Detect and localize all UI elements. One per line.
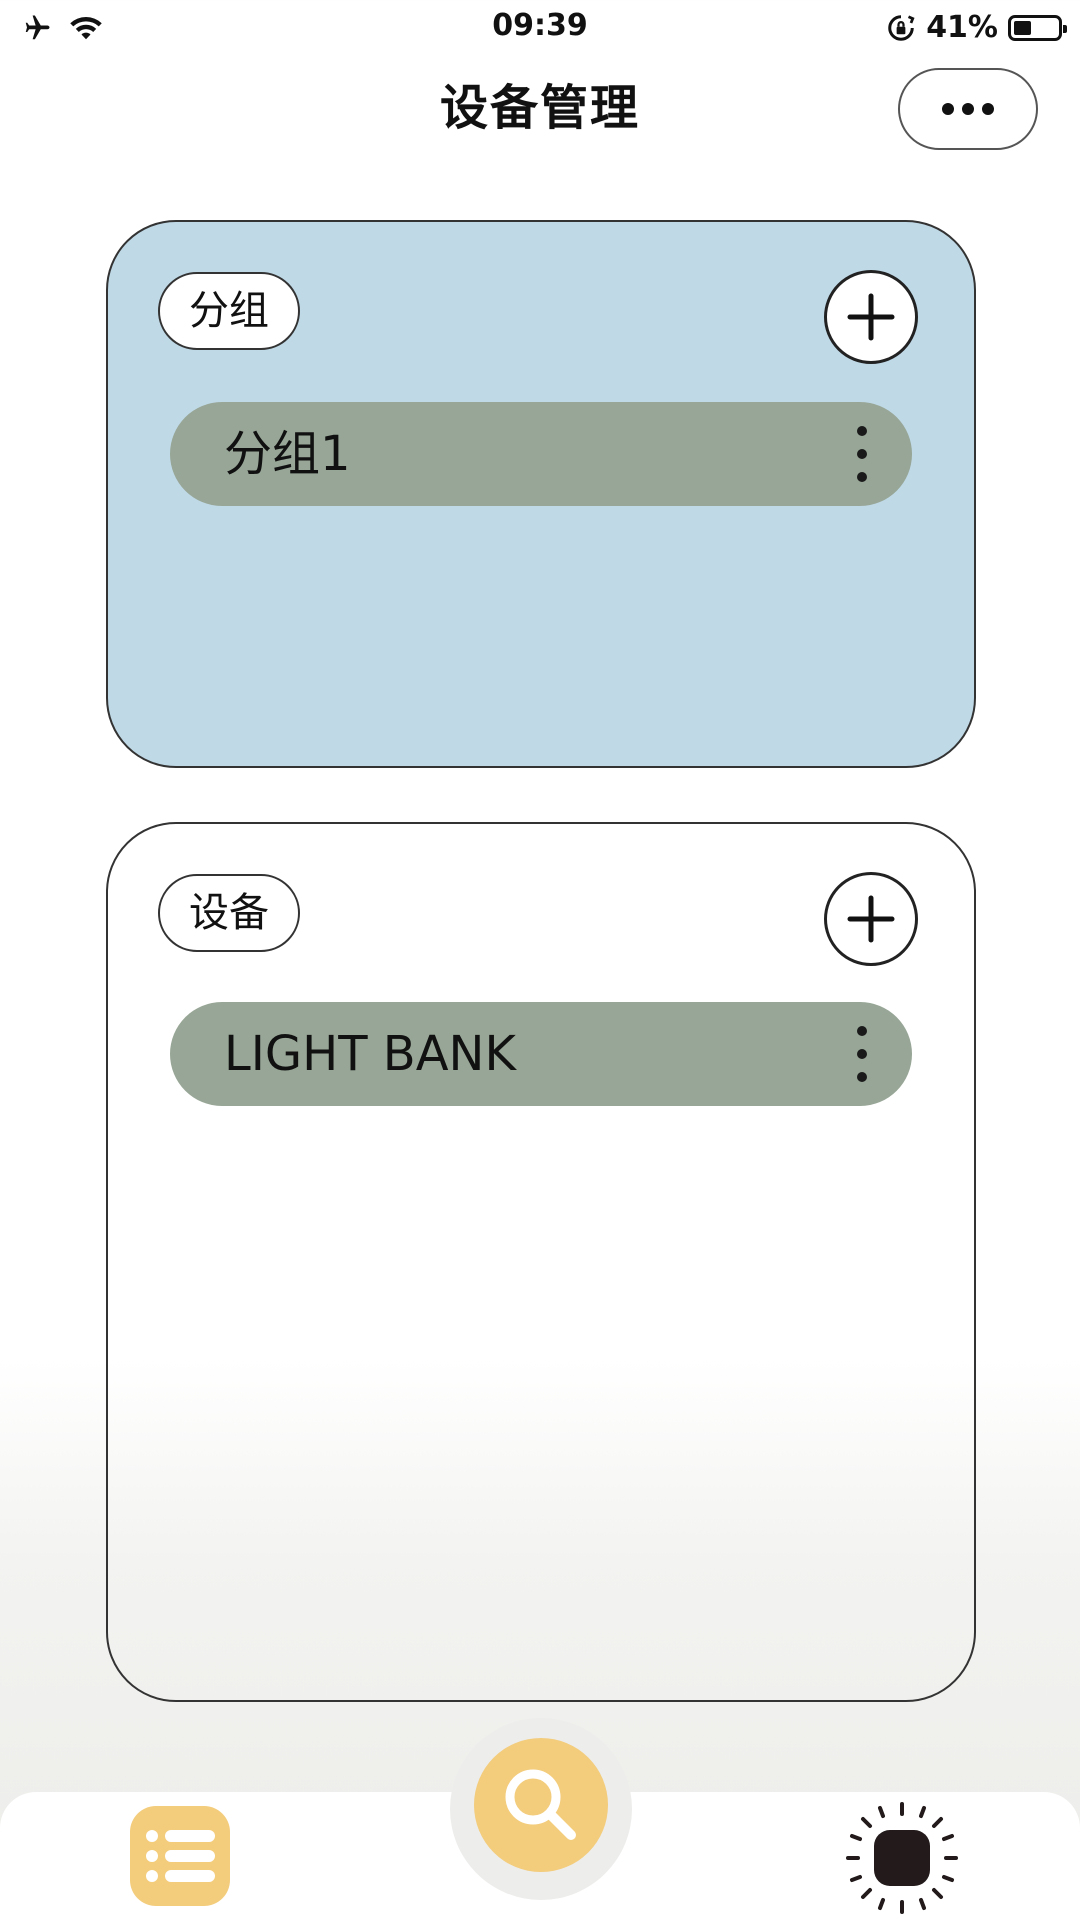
groups-label: 分组 xyxy=(158,272,300,350)
light-icon xyxy=(846,1802,958,1914)
more-button[interactable] xyxy=(898,68,1038,150)
device-list-item[interactable]: LIGHT BANK xyxy=(170,1002,912,1106)
status-right: 41% xyxy=(886,8,1067,48)
battery-cap xyxy=(1063,25,1067,33)
rotation-lock-icon xyxy=(888,15,915,41)
add-group-button[interactable] xyxy=(824,270,918,364)
battery-level xyxy=(1014,21,1031,35)
plus-icon xyxy=(847,293,895,341)
tab-light[interactable] xyxy=(840,1796,964,1920)
tab-device-list[interactable] xyxy=(130,1806,230,1906)
list-icon xyxy=(146,1830,215,1882)
more-dots-icon xyxy=(942,103,994,115)
group-list-item[interactable]: 分组1 xyxy=(170,402,912,506)
devices-panel: 设备 LIGHT BANK xyxy=(106,822,976,1702)
search-icon xyxy=(505,1769,576,1840)
groups-panel: 分组 分组1 xyxy=(106,220,976,768)
battery-percent: 41% xyxy=(926,10,998,45)
group-item-label: 分组1 xyxy=(224,426,351,482)
device-item-label: LIGHT BANK xyxy=(224,1026,516,1082)
devices-label: 设备 xyxy=(158,874,300,952)
add-device-button[interactable] xyxy=(824,872,918,966)
kebab-menu-icon[interactable] xyxy=(852,426,872,482)
status-bar: 09:39 41% xyxy=(0,0,1080,58)
battery-icon xyxy=(1008,15,1067,41)
plus-icon xyxy=(847,895,895,943)
kebab-menu-icon[interactable] xyxy=(852,1026,872,1082)
search-button[interactable] xyxy=(474,1738,608,1872)
